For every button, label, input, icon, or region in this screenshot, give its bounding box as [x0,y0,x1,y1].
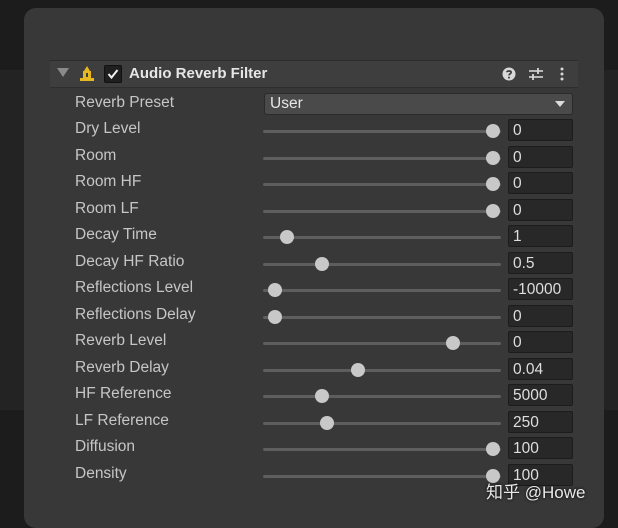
component-title: Audio Reverb Filter [129,65,268,82]
decay-hf-ratio-label: Decay HF Ratio [75,252,185,270]
reflections-level-row: Reflections Level -10000 [0,277,618,303]
component-header[interactable]: Audio Reverb Filter [50,60,578,88]
reverb-preset-label: Reverb Preset [75,94,175,111]
dry-level-value-field[interactable]: 0 [508,119,573,141]
diffusion-row: Diffusion 100 [0,436,618,462]
room-hf-row: Room HF 0 [0,171,618,197]
decay-time-value-field[interactable]: 1 [508,225,573,247]
room-hf-slider-track[interactable] [263,183,501,186]
hf-reference-label: HF Reference [75,385,172,402]
hf-reference-row: HF Reference 5000 [0,383,618,409]
reverb-level-slider-handle[interactable] [446,336,461,350]
decay-time-slider-track[interactable] [263,236,501,239]
room-hf-slider-handle[interactable] [486,177,500,191]
decay-time-slider-handle[interactable] [279,230,294,244]
lf-reference-value-field[interactable]: 250 [508,410,573,433]
reflections-delay-slider-handle[interactable] [268,309,283,324]
reverb-preset-value: User [270,95,303,112]
room-slider-handle[interactable] [486,150,500,165]
room-value-field[interactable]: 0 [508,145,573,168]
reverb-level-value-field[interactable]: 0 [508,331,573,353]
audio-filter-icon [78,65,96,83]
reflections-level-slider-handle[interactable] [268,283,283,297]
reverb-level-label: Reverb Level [75,332,167,349]
reflections-level-slider-track[interactable] [263,289,501,292]
reverb-delay-row: Reverb Delay 0.04 [0,357,618,383]
density-slider-track[interactable] [263,474,501,478]
decay-hf-ratio-slider-track[interactable] [263,262,501,266]
reverb-level-slider-track[interactable] [263,342,501,345]
dry-level-label: Dry Level [75,120,141,137]
chevron-down-icon [555,101,565,107]
room-lf-row: Room LF 0 [0,198,618,224]
reflections-delay-slider-track[interactable] [263,315,501,319]
dry-level-slider-handle[interactable] [486,124,500,138]
hf-reference-slider-handle[interactable] [315,389,330,403]
lf-reference-slider-track[interactable] [263,421,501,425]
diffusion-slider-handle[interactable] [486,442,500,456]
watermark: 知乎 @Howe [486,483,586,502]
hf-reference-value-field[interactable]: 5000 [508,384,573,406]
reverb-preset-dropdown[interactable]: User [264,93,573,115]
decay-hf-ratio-slider-handle[interactable] [315,256,330,271]
reflections-level-label: Reflections Level [75,279,194,296]
reverb-delay-value-field[interactable]: 0.04 [508,357,573,380]
question-circle-icon[interactable] [500,65,518,83]
lf-reference-label: LF Reference [75,411,169,429]
reverb-level-row: Reverb Level 0 [0,330,618,356]
diffusion-slider-track[interactable] [263,448,501,451]
reflections-delay-row: Reflections Delay 0 [0,304,618,330]
dry-level-row: Dry Level 0 [0,118,618,144]
decay-hf-ratio-value-field[interactable]: 0.5 [508,251,573,274]
room-label: Room [75,146,117,164]
lf-reference-row: LF Reference 250 [0,410,618,436]
density-label: Density [75,464,127,482]
room-lf-slider-handle[interactable] [486,203,500,218]
room-row: Room 0 [0,145,618,171]
room-lf-label: Room LF [75,199,139,217]
kebab-menu-icon[interactable] [553,65,571,83]
reverb-preset-row: Reverb Preset User [0,92,618,118]
decay-hf-ratio-row: Decay HF Ratio 0.5 [0,251,618,277]
decay-time-label: Decay Time [75,226,157,243]
component-enabled-checkbox[interactable] [104,65,122,83]
decay-time-row: Decay Time 1 [0,224,618,250]
room-slider-track[interactable] [263,156,501,160]
reflections-level-value-field[interactable]: -10000 [508,278,573,300]
reverb-delay-slider-handle[interactable] [350,362,365,377]
reflections-delay-label: Reflections Delay [75,305,196,323]
sliders-icon[interactable] [527,65,545,83]
diffusion-label: Diffusion [75,438,136,455]
diffusion-value-field[interactable]: 100 [508,437,573,459]
reverb-delay-slider-track[interactable] [263,368,501,372]
room-hf-value-field[interactable]: 0 [508,172,573,194]
room-lf-value-field[interactable]: 0 [508,198,573,221]
triangle-down-icon[interactable] [57,68,69,77]
lf-reference-slider-handle[interactable] [319,415,334,430]
dry-level-slider-track[interactable] [263,130,501,133]
reflections-delay-value-field[interactable]: 0 [508,304,573,327]
hf-reference-slider-track[interactable] [263,395,501,398]
reverb-delay-label: Reverb Delay [75,358,169,376]
room-lf-slider-track[interactable] [263,209,501,213]
room-hf-label: Room HF [75,173,142,190]
